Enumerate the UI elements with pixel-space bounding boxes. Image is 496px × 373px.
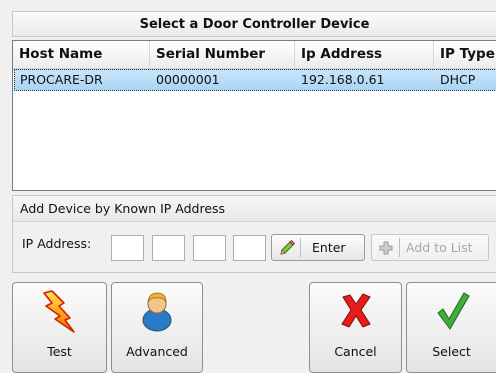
- device-table[interactable]: Host Name Serial Number Ip Address IP Ty…: [12, 40, 496, 191]
- column-header-ip-type[interactable]: IP Type: [434, 41, 496, 68]
- add-to-list-label: Add to List: [406, 240, 473, 255]
- advanced-button-label: Advanced: [126, 344, 188, 359]
- dialog-title-text: Select a Door Controller Device: [139, 16, 370, 32]
- user-icon: [112, 289, 202, 333]
- cancel-button[interactable]: Cancel: [309, 282, 402, 373]
- column-header-host-name[interactable]: Host Name: [13, 41, 150, 68]
- add-device-section: Add Device by Known IP Address IP Addres…: [12, 195, 496, 273]
- cell-ip-address: 192.168.0.61: [301, 72, 385, 87]
- enter-button-label: Enter: [312, 240, 346, 255]
- ip-octet-4-input[interactable]: [233, 235, 266, 261]
- cancel-button-label: Cancel: [334, 344, 377, 359]
- ip-octet-3-input[interactable]: [193, 235, 226, 261]
- select-button-label: Select: [432, 344, 471, 359]
- test-button-label: Test: [47, 344, 72, 359]
- select-button[interactable]: Select: [406, 282, 496, 373]
- dialog-title: Select a Door Controller Device: [12, 11, 496, 37]
- column-header-ip-address[interactable]: Ip Address: [295, 41, 434, 68]
- ip-octet-1-input[interactable]: [111, 235, 144, 261]
- checkmark-icon: [407, 289, 496, 333]
- test-button[interactable]: Test: [12, 282, 107, 373]
- cell-host-name: PROCARE-DR: [20, 72, 103, 87]
- ip-address-label: IP Address:: [22, 236, 92, 251]
- add-to-list-button[interactable]: Add to List: [371, 234, 489, 261]
- lightning-icon: [13, 289, 106, 333]
- x-icon: [310, 289, 401, 333]
- enter-button[interactable]: Enter: [271, 234, 365, 261]
- table-row[interactable]: PROCARE-DR 00000001 192.168.0.61 DHCP: [14, 69, 496, 91]
- plus-icon: [378, 240, 394, 256]
- pencil-icon: [278, 239, 296, 257]
- add-device-header: Add Device by Known IP Address: [13, 196, 496, 222]
- advanced-button[interactable]: Advanced: [111, 282, 203, 373]
- table-header: Host Name Serial Number Ip Address IP Ty…: [13, 41, 496, 69]
- cell-serial-number: 00000001: [156, 72, 220, 87]
- cell-ip-type: DHCP: [440, 72, 476, 87]
- column-header-serial-number[interactable]: Serial Number: [150, 41, 295, 68]
- ip-octet-2-input[interactable]: [152, 235, 185, 261]
